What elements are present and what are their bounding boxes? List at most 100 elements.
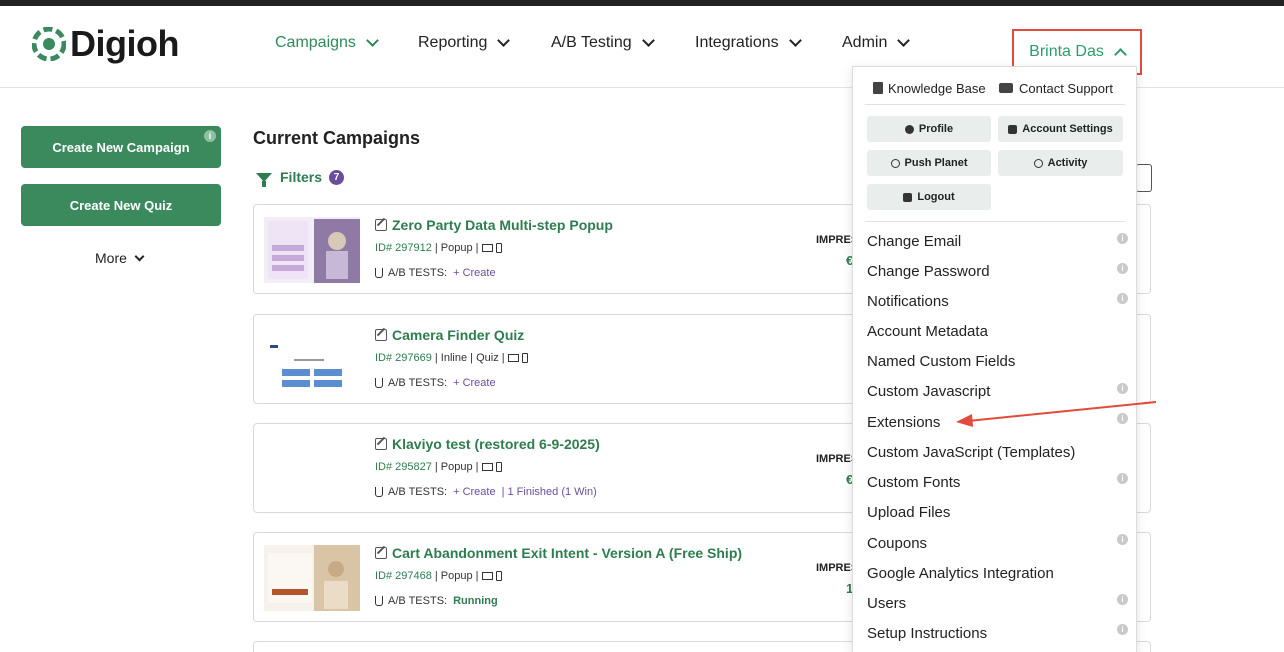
info-icon[interactable]: i (1117, 233, 1128, 244)
divider (865, 104, 1125, 105)
book-icon (873, 82, 883, 94)
nav-label: Campaigns (275, 34, 356, 51)
ab-tests-row: A/B TESTS: Running (375, 595, 498, 607)
mobile-icon (495, 243, 502, 253)
campaign-meta: ID# 297912 | Popup | (375, 242, 502, 254)
mobile-icon (495, 571, 502, 581)
mobile-icon (495, 462, 502, 472)
nav-reporting[interactable]: Reporting (418, 34, 511, 52)
campaign-title-link[interactable]: Camera Finder Quiz (375, 327, 524, 343)
ab-create-link[interactable]: + Create (453, 267, 496, 279)
campaign-thumbnail[interactable] (264, 217, 360, 283)
user-dropdown-menu: Knowledge Base Contact Support Profile A… (852, 66, 1137, 652)
chevron-up-icon (1113, 47, 1127, 61)
create-campaign-label: Create New Campaign (52, 139, 190, 155)
menu-item-extensions[interactable]: Extensions (867, 414, 940, 431)
menu-item-change-password[interactable]: Change Password (867, 263, 990, 280)
nav-integrations[interactable]: Integrations (695, 34, 802, 52)
edit-icon (375, 219, 387, 231)
ab-tests-row: A/B TESTS: + Create (375, 267, 496, 279)
ab-tests-label: A/B TESTS: (388, 486, 448, 498)
chevron-down-icon (497, 34, 511, 47)
create-quiz-button[interactable]: Create New Quiz (21, 184, 221, 226)
campaign-title: Camera Finder Quiz (392, 327, 525, 343)
chevron-down-icon (788, 34, 802, 47)
campaign-thumbnail[interactable] (264, 436, 360, 502)
menu-item-coupons[interactable]: Coupons (867, 535, 927, 552)
desktop-icon (481, 572, 493, 580)
ab-tests-label: A/B TESTS: (388, 377, 448, 389)
edit-icon (375, 547, 387, 559)
menu-item-custom-javascript[interactable]: Custom Javascript (867, 383, 990, 400)
campaign-id: ID# 297468 (375, 570, 432, 582)
ab-create-link[interactable]: + Create (453, 377, 496, 389)
funnel-icon (256, 172, 272, 187)
edit-icon (375, 329, 387, 341)
nav-label: Admin (842, 34, 888, 51)
menu-item-account-metadata[interactable]: Account Metadata (867, 323, 988, 340)
info-icon[interactable]: i (1117, 473, 1128, 484)
menu-item-named-custom-fields[interactable]: Named Custom Fields (867, 353, 1015, 370)
logo[interactable]: Digioh (32, 22, 179, 66)
menu-item-users[interactable]: Users (867, 595, 906, 612)
page-title: Current Campaigns (253, 128, 421, 148)
ab-finished-link[interactable]: | 1 Finished (1 Win) (502, 486, 597, 498)
campaign-id: ID# 297669 (375, 352, 432, 364)
logout-button[interactable]: Logout (867, 184, 991, 210)
history-icon (1033, 158, 1043, 168)
profile-button[interactable]: Profile (867, 116, 991, 142)
push-planet-label: Push Planet (904, 157, 968, 169)
more-toggle[interactable]: More (95, 250, 145, 266)
ab-running-link[interactable]: Running (453, 595, 498, 607)
account-settings-button[interactable]: Account Settings (998, 116, 1123, 142)
info-icon[interactable]: i (1117, 624, 1128, 635)
menu-item-upload-files[interactable]: Upload Files (867, 504, 950, 521)
user-icon (904, 124, 914, 134)
divider (865, 221, 1125, 222)
campaign-thumbnail[interactable] (264, 545, 360, 611)
campaign-type: | Popup | (434, 461, 479, 473)
info-icon[interactable]: i (1117, 413, 1128, 424)
campaign-title-link[interactable]: Klaviyo test (restored 6-9-2025) (375, 436, 600, 452)
info-icon[interactable]: i (204, 130, 216, 142)
info-icon[interactable]: i (1117, 293, 1128, 304)
nav-ab-testing[interactable]: A/B Testing (551, 34, 655, 52)
desktop-icon (481, 244, 493, 252)
filters-toggle[interactable]: Filters 7 (256, 169, 345, 187)
campaign-thumbnail[interactable] (264, 327, 360, 393)
profile-label: Profile (918, 123, 954, 135)
menu-item-custom-javascript-templates[interactable]: Custom JavaScript (Templates) (867, 444, 1075, 461)
push-planet-button[interactable]: Push Planet (867, 150, 991, 176)
view-toggle-button[interactable] (1136, 164, 1152, 192)
campaign-title-link[interactable]: Cart Abandonment Exit Intent - Version A… (375, 545, 742, 561)
nav-campaigns[interactable]: Campaigns (275, 34, 379, 52)
menu-item-setup-instructions[interactable]: Setup Instructions (867, 625, 987, 642)
exit-intent-preview-image (264, 545, 360, 611)
campaign-title: Cart Abandonment Exit Intent - Version A… (392, 545, 743, 561)
menu-item-change-email[interactable]: Change Email (867, 233, 961, 250)
chevron-down-icon (897, 34, 911, 47)
ab-tests-row: A/B TESTS: + Create | 1 Finished (1 Win) (375, 486, 597, 498)
nav-admin[interactable]: Admin (842, 34, 911, 52)
popup-preview-image (264, 217, 360, 283)
menu-item-notifications[interactable]: Notifications (867, 293, 949, 310)
ab-create-link[interactable]: + Create (453, 486, 496, 498)
knowledge-base-link[interactable]: Knowledge Base (873, 81, 986, 96)
campaign-title-link[interactable]: Zero Party Data Multi-step Popup (375, 217, 613, 233)
activity-button[interactable]: Activity (998, 150, 1123, 176)
info-icon[interactable]: i (1117, 263, 1128, 274)
info-icon[interactable]: i (1117, 534, 1128, 545)
filters-label: Filters (280, 169, 323, 185)
menu-item-custom-fonts[interactable]: Custom Fonts (867, 474, 960, 491)
chevron-down-icon (366, 34, 379, 47)
external-link-icon (890, 158, 900, 168)
campaign-id: ID# 295827 (375, 461, 432, 473)
dropdown-links: Knowledge Base Contact Support (853, 77, 1138, 99)
nav-label: Reporting (418, 34, 488, 51)
info-icon[interactable]: i (1117, 594, 1128, 605)
create-campaign-button[interactable]: Create New Campaign (21, 126, 221, 168)
info-icon[interactable]: i (1117, 383, 1128, 394)
contact-support-link[interactable]: Contact Support (999, 81, 1113, 96)
menu-item-google-analytics-integration[interactable]: Google Analytics Integration (867, 565, 1054, 582)
desktop-icon (481, 463, 493, 471)
